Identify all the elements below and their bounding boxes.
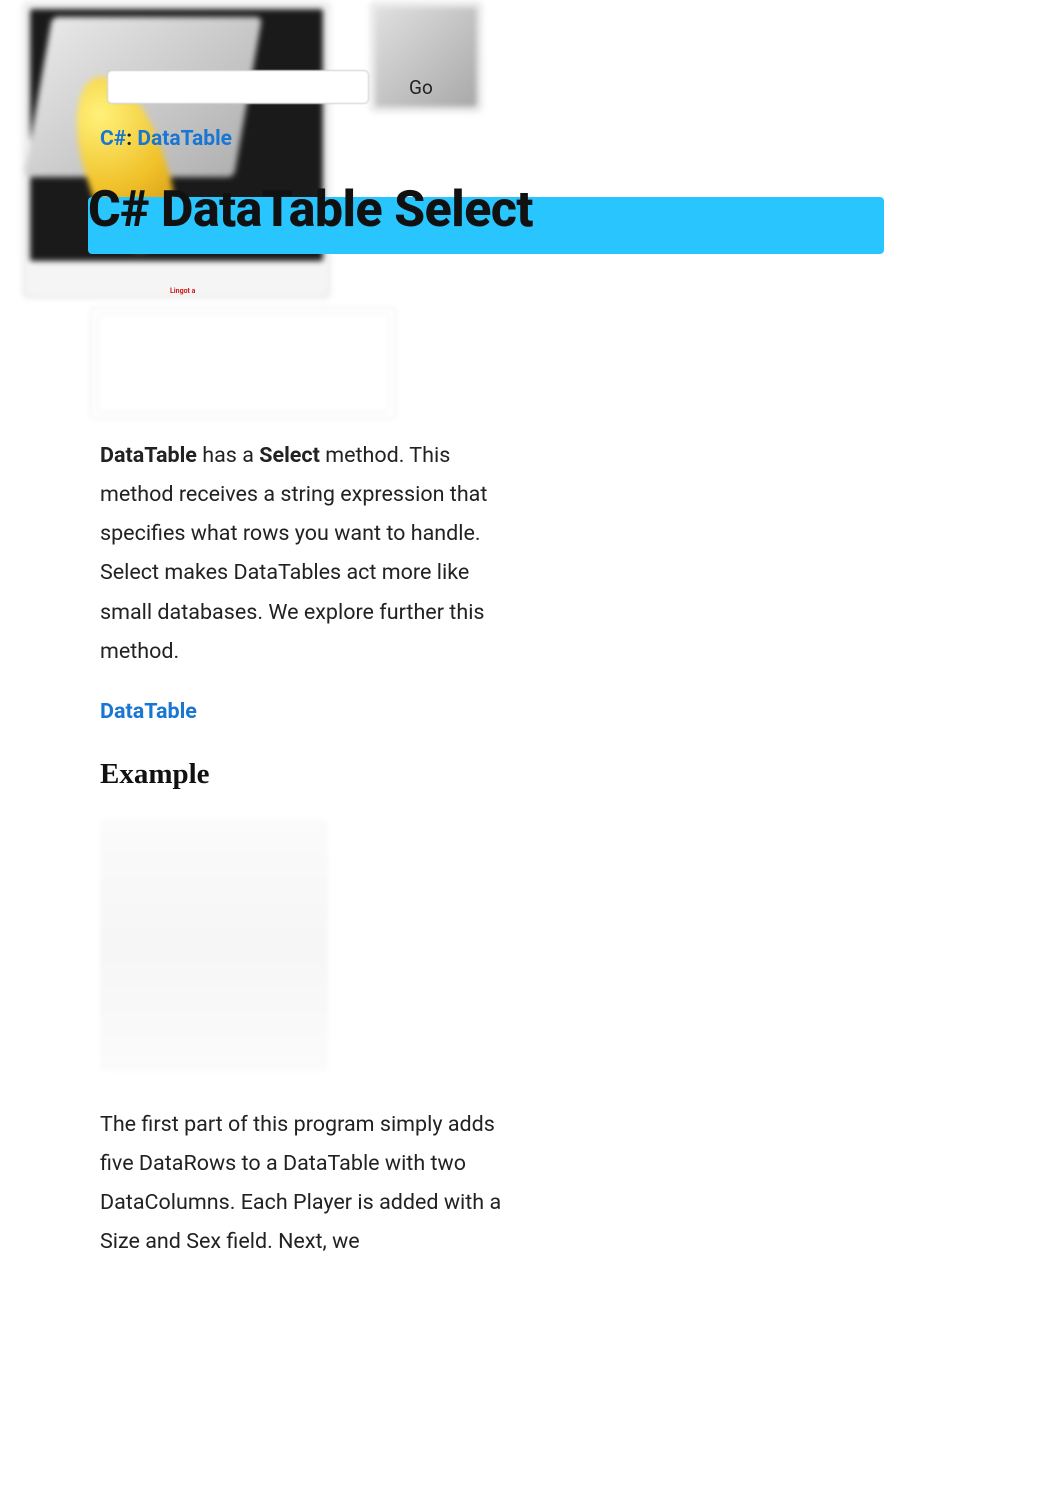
intro-paragraph: DataTable has a Select method. This meth…	[100, 436, 518, 671]
datatable-link[interactable]: DataTable	[100, 699, 518, 724]
logo-caption: Lingot a	[170, 287, 195, 295]
illustration-placeholder-2	[100, 819, 328, 1071]
search-input[interactable]	[107, 70, 369, 104]
intro-text-1: has a	[197, 443, 259, 468]
search-bar: Go	[107, 70, 433, 104]
example-paragraph: The first part of this program simply ad…	[100, 1105, 518, 1262]
intro-text-2: method. This method receives a string ex…	[100, 443, 487, 664]
page-title: C# DataTable Select	[88, 183, 533, 238]
example-heading: Example	[100, 758, 518, 791]
intro-strong-select: Select	[259, 443, 320, 468]
illustration-placeholder-1	[90, 307, 396, 419]
intro-strong-datatable: DataTable	[100, 443, 197, 468]
breadcrumb-separator: :	[126, 127, 132, 151]
go-button[interactable]: Go	[409, 76, 433, 99]
article-content: DataTable has a Select method. This meth…	[100, 436, 518, 1285]
breadcrumb-topic-link[interactable]: DataTable	[137, 127, 232, 151]
breadcrumb: C#: DataTable	[100, 127, 232, 151]
breadcrumb-lang-link[interactable]: C#	[100, 127, 126, 151]
